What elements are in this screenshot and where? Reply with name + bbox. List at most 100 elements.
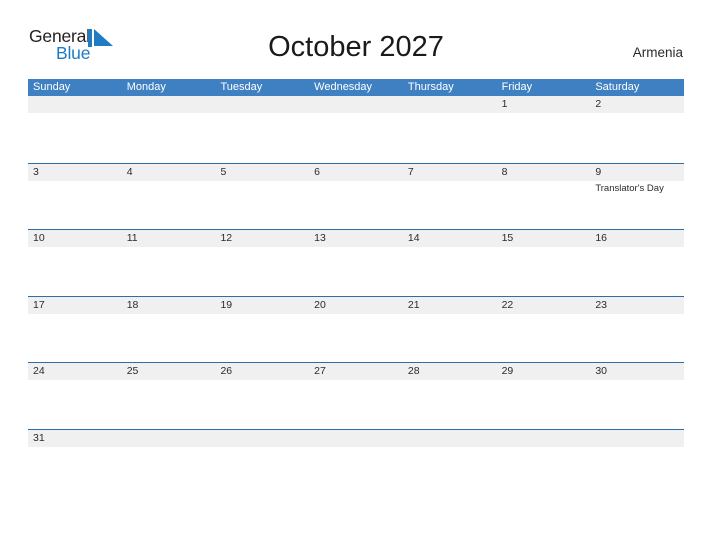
day-number: 19 (220, 298, 233, 311)
event-cell-empty (215, 113, 309, 162)
day-cell-7[interactable]: 7 (403, 164, 497, 181)
event-cell-empty (590, 314, 684, 363)
day-cell-3[interactable]: 3 (28, 164, 122, 181)
event-cell-empty (403, 113, 497, 162)
event-cell-empty (122, 314, 216, 363)
event-cell-empty (309, 181, 403, 230)
calendar-week-row: 17 18 19 20 21 22 23 (28, 295, 684, 363)
day-cell-23[interactable]: 23 (590, 297, 684, 314)
day-number: 3 (33, 165, 39, 178)
day-cell-26[interactable]: 26 (215, 363, 309, 380)
event-cell-empty (309, 247, 403, 296)
day-cell-empty (497, 430, 591, 447)
week-date-band: 10 11 12 13 14 15 16 (28, 230, 684, 247)
day-number: 21 (407, 298, 420, 311)
day-cell-16[interactable]: 16 (590, 230, 684, 247)
day-number: 26 (220, 365, 233, 377)
day-number: 10 (33, 232, 45, 244)
week-event-band (28, 314, 684, 363)
day-cell-29[interactable]: 29 (497, 363, 591, 380)
day-number: 1 (501, 98, 508, 110)
week-event-band (28, 247, 684, 296)
day-cell-9[interactable]: 9 (590, 164, 684, 181)
day-cell-22[interactable]: 22 (497, 297, 591, 314)
day-cell-8[interactable]: 8 (497, 164, 591, 181)
day-cell-empty (28, 96, 122, 113)
event-cell-9[interactable]: Translator's Day (590, 181, 684, 230)
day-cell-14[interactable]: 14 (403, 230, 497, 247)
day-cell-31[interactable]: 31 (28, 430, 122, 447)
day-cell-21[interactable]: 21 (403, 297, 497, 314)
event-cell-empty (497, 113, 591, 162)
day-cell-6[interactable]: 6 (309, 164, 403, 181)
day-number: 13 (314, 232, 326, 244)
event-cell-empty (309, 314, 403, 363)
calendar-week-row: 31 (28, 428, 684, 496)
day-cell-empty (590, 430, 684, 447)
day-cell-4[interactable]: 4 (122, 164, 216, 181)
day-cell-18[interactable]: 18 (122, 297, 216, 314)
day-cell-24[interactable]: 24 (28, 363, 122, 380)
day-cell-12[interactable]: 12 (215, 230, 309, 247)
event-cell-empty (309, 380, 403, 429)
weekday-header-sunday: Sunday (33, 81, 71, 93)
event-cell-empty (215, 314, 309, 363)
event-cell-empty (28, 447, 122, 496)
day-cell-27[interactable]: 27 (309, 363, 403, 380)
event-cell-empty (28, 113, 122, 162)
day-number: 8 (501, 165, 508, 178)
week-date-band: 24 25 26 27 28 29 30 (28, 363, 684, 380)
calendar-week-row: 10 11 12 13 14 15 16 (28, 229, 684, 296)
day-number: 24 (33, 365, 45, 377)
week-event-band (28, 380, 684, 429)
day-cell-13[interactable]: 13 (309, 230, 403, 247)
event-cell-empty (403, 181, 497, 230)
day-cell-5[interactable]: 5 (215, 164, 309, 181)
day-number: 9 (595, 165, 602, 178)
weekday-header-friday: Friday (501, 81, 533, 93)
calendar-week-row: 3 4 5 6 7 8 9 Translator's Day (28, 162, 684, 230)
day-number: 17 (33, 298, 45, 311)
event-cell-empty (28, 181, 122, 230)
day-cell-17[interactable]: 17 (28, 297, 122, 314)
day-cell-empty (215, 430, 309, 447)
day-number: 28 (407, 365, 420, 377)
day-number: 7 (407, 165, 414, 178)
day-number: 6 (314, 165, 320, 178)
day-cell-20[interactable]: 20 (309, 297, 403, 314)
day-cell-empty (215, 96, 309, 113)
event-cell-empty (497, 380, 591, 429)
day-number: 5 (220, 165, 227, 178)
day-number: 29 (501, 365, 514, 377)
event-cell-empty (122, 380, 216, 429)
day-number: 11 (126, 232, 138, 244)
event-cell-empty (590, 380, 684, 429)
day-number: 2 (595, 98, 602, 110)
day-number: 22 (501, 298, 514, 311)
day-cell-1[interactable]: 1 (497, 96, 591, 113)
day-cell-10[interactable]: 10 (28, 230, 122, 247)
day-number: 20 (314, 298, 326, 311)
day-cell-11[interactable]: 11 (122, 230, 216, 247)
day-cell-30[interactable]: 30 (590, 363, 684, 380)
event-cell-empty (215, 247, 309, 296)
calendar-week-row: 12 (28, 96, 684, 163)
event-cell-empty (497, 247, 591, 296)
day-cell-15[interactable]: 15 (497, 230, 591, 247)
day-cell-2[interactable]: 2 (590, 96, 684, 113)
day-number: 4 (126, 165, 133, 178)
page-title: October 2027 (268, 31, 444, 63)
event-cell-empty (309, 447, 403, 496)
event-cell-empty (590, 113, 684, 162)
day-cell-19[interactable]: 19 (215, 297, 309, 314)
event-cell-empty (590, 447, 684, 496)
day-number: 18 (126, 298, 139, 311)
weekday-header-saturday: Saturday (595, 81, 640, 93)
day-number: 16 (595, 232, 607, 244)
day-cell-25[interactable]: 25 (122, 363, 216, 380)
day-cell-empty (122, 96, 216, 113)
week-date-band: 12 (28, 96, 684, 113)
holiday-label: Translator's Day (595, 182, 664, 194)
event-cell-empty (403, 247, 497, 296)
day-cell-28[interactable]: 28 (403, 363, 497, 380)
